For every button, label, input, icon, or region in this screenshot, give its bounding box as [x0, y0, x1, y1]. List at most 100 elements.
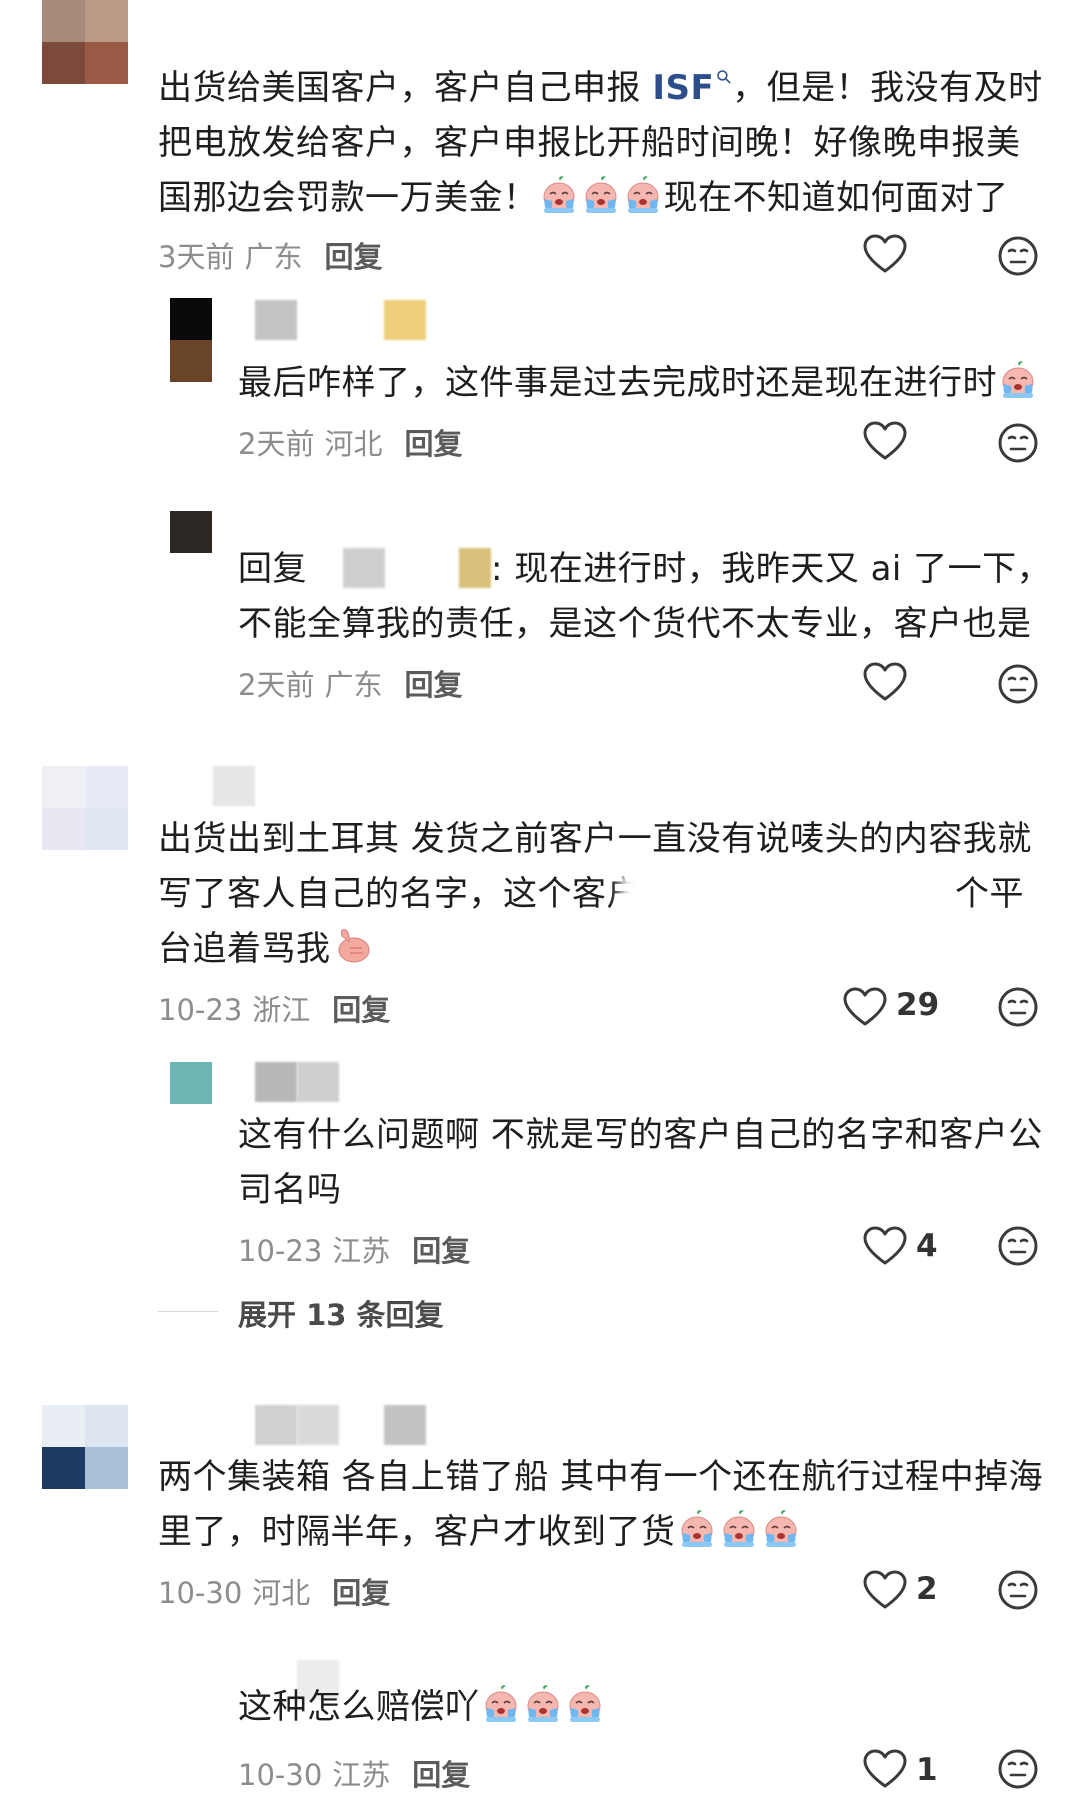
crying-emoji-icon [565, 1684, 605, 1724]
heart-outline-icon[interactable] [863, 1570, 907, 1610]
expand-replies-button[interactable]: 展开 13 条回复 [238, 1292, 444, 1334]
comment-meta: 2天前 广东 回复 [238, 662, 462, 704]
avatar[interactable] [170, 511, 212, 553]
comment-text: 这有什么问题啊 不就是写的客户自己的名字和客户公 [238, 1115, 1043, 1155]
comment-text: 个平 [955, 874, 1024, 914]
avatar[interactable] [42, 1405, 128, 1489]
comment-text-part: 回复 [238, 549, 307, 589]
comment-text: 最后咋样了，这件事是过去完成时还是现在进行时 [238, 356, 1039, 411]
like-count: 2 [916, 1571, 938, 1607]
heart-outline-icon[interactable] [863, 1226, 907, 1266]
reply-button[interactable]: 回复 [332, 1576, 390, 1610]
crying-emoji-icon [539, 175, 579, 215]
comment-meta: 10-23 浙江 回复 [158, 987, 390, 1029]
comment-text: 把电放发给客户，客户申报比开船时间晚！好像晚申报美 [158, 123, 1021, 163]
neutral-face-icon[interactable] [998, 987, 1038, 1027]
username-placeholder [213, 766, 255, 806]
username-placeholder [384, 1405, 426, 1445]
expand-divider [158, 1311, 218, 1312]
comment-text: 出货出到土耳其 发货之前客户一直没有说唛头的内容我就 [158, 819, 1032, 859]
region: 江苏 [332, 1234, 391, 1268]
comment-text: 里了，时隔半年，客户才收到了货 [158, 1505, 802, 1560]
isf-link[interactable]: ISF [652, 68, 732, 108]
avatar[interactable] [42, 766, 128, 850]
avatar[interactable] [170, 298, 212, 382]
comment-text-part: 这种怎么赔偿吖 [238, 1687, 480, 1727]
crying-emoji-icon [481, 1684, 521, 1724]
crying-emoji-icon [581, 175, 621, 215]
region: 广东 [244, 240, 303, 274]
region: 河北 [252, 1576, 311, 1610]
region: 江苏 [332, 1758, 391, 1792]
heart-outline-icon[interactable] [863, 421, 907, 461]
comment-text-part: 台追着骂我 [158, 929, 331, 969]
heart-outline-icon[interactable] [843, 987, 887, 1027]
reply-button[interactable]: 回复 [332, 993, 390, 1027]
neutral-face-icon[interactable] [998, 1226, 1038, 1266]
reply-button[interactable]: 回复 [404, 427, 462, 461]
timestamp: 10-30 [158, 1576, 243, 1610]
username-placeholder [459, 548, 491, 588]
comment-text-part: 国那边会罚款一万美金！ [158, 178, 538, 218]
avatar[interactable] [170, 1062, 212, 1104]
avatar[interactable] [42, 0, 128, 84]
username-placeholder [297, 1405, 339, 1445]
username-placeholder [343, 548, 385, 588]
timestamp: 10-30 [238, 1758, 323, 1792]
comment-text-part: 出货给美国客户，客户自己申报 [158, 68, 653, 108]
crying-emoji-icon [719, 1509, 759, 1549]
comment-text: 国那边会罚款一万美金！ 现在不知道如何面对了 [158, 171, 1009, 226]
username-placeholder [297, 1062, 339, 1102]
heart-outline-icon[interactable] [863, 234, 907, 274]
reply-button[interactable]: 回复 [412, 1758, 470, 1792]
username-placeholder [255, 1405, 297, 1445]
like-count: 1 [916, 1752, 938, 1788]
comment-text-part: 里了，时隔半年，客户才收到了货 [158, 1512, 676, 1552]
comment-text: 司名吗 [238, 1170, 342, 1210]
comment-text-part: 最后咋样了，这件事是过去完成时还是现在进行时 [238, 363, 997, 403]
comment-text-part: : 现在进行时，我昨天又 ai 了一下， [491, 549, 1052, 589]
thumbs-up-emoji-icon [332, 926, 372, 966]
redacted-area [620, 870, 950, 920]
comment-text-part: 现在不知道如何面对了 [663, 178, 1009, 218]
timestamp: 10-23 [158, 993, 243, 1027]
comment-text-part: ，但是！我没有及时 [732, 68, 1043, 108]
crying-emoji-icon [623, 175, 663, 215]
heart-outline-icon[interactable] [863, 1749, 907, 1789]
search-icon [716, 69, 732, 85]
neutral-face-icon[interactable] [998, 423, 1038, 463]
username-placeholder [255, 1062, 297, 1102]
neutral-face-icon[interactable] [998, 236, 1038, 276]
reply-button[interactable]: 回复 [324, 240, 382, 274]
comment-text: 写了客人自己的名字，这个客户 [158, 874, 641, 914]
reply-button[interactable]: 回复 [412, 1234, 470, 1268]
heart-outline-icon[interactable] [863, 662, 907, 702]
timestamp: 10-23 [238, 1234, 323, 1268]
crying-emoji-icon [677, 1509, 717, 1549]
comment-meta: 3天前 广东 回复 [158, 234, 382, 276]
neutral-face-icon[interactable] [998, 1749, 1038, 1789]
comment-text: 回复 : 现在进行时，我昨天又 ai 了一下， [238, 542, 1051, 597]
crying-emoji-icon [998, 360, 1038, 400]
comment-text: 不能全算我的责任，是这个货代不太专业，客户也是 [238, 604, 1032, 644]
region: 河北 [324, 427, 383, 461]
comment-text: 台追着骂我 [158, 922, 373, 977]
username-placeholder [255, 300, 297, 340]
neutral-face-icon[interactable] [998, 1570, 1038, 1610]
comment-meta: 10-30 河北 回复 [158, 1570, 390, 1612]
crying-emoji-icon [761, 1509, 801, 1549]
comment-text: 出货给美国客户，客户自己申报 ISF ，但是！我没有及时 [158, 61, 1043, 116]
reply-button[interactable]: 回复 [404, 668, 462, 702]
like-count: 4 [916, 1228, 938, 1264]
timestamp: 2天前 [238, 427, 315, 461]
comment-text: 这种怎么赔偿吖 [238, 1680, 606, 1735]
region: 浙江 [252, 993, 311, 1027]
neutral-face-icon[interactable] [998, 664, 1038, 704]
region: 广东 [324, 668, 383, 702]
comment-meta: 10-23 江苏 回复 [238, 1228, 470, 1270]
comment-meta: 10-30 江苏 回复 [238, 1752, 470, 1794]
like-count: 29 [896, 987, 940, 1023]
crying-emoji-icon [523, 1684, 563, 1724]
isf-link-label: ISF [652, 68, 715, 108]
timestamp: 3天前 [158, 240, 235, 274]
